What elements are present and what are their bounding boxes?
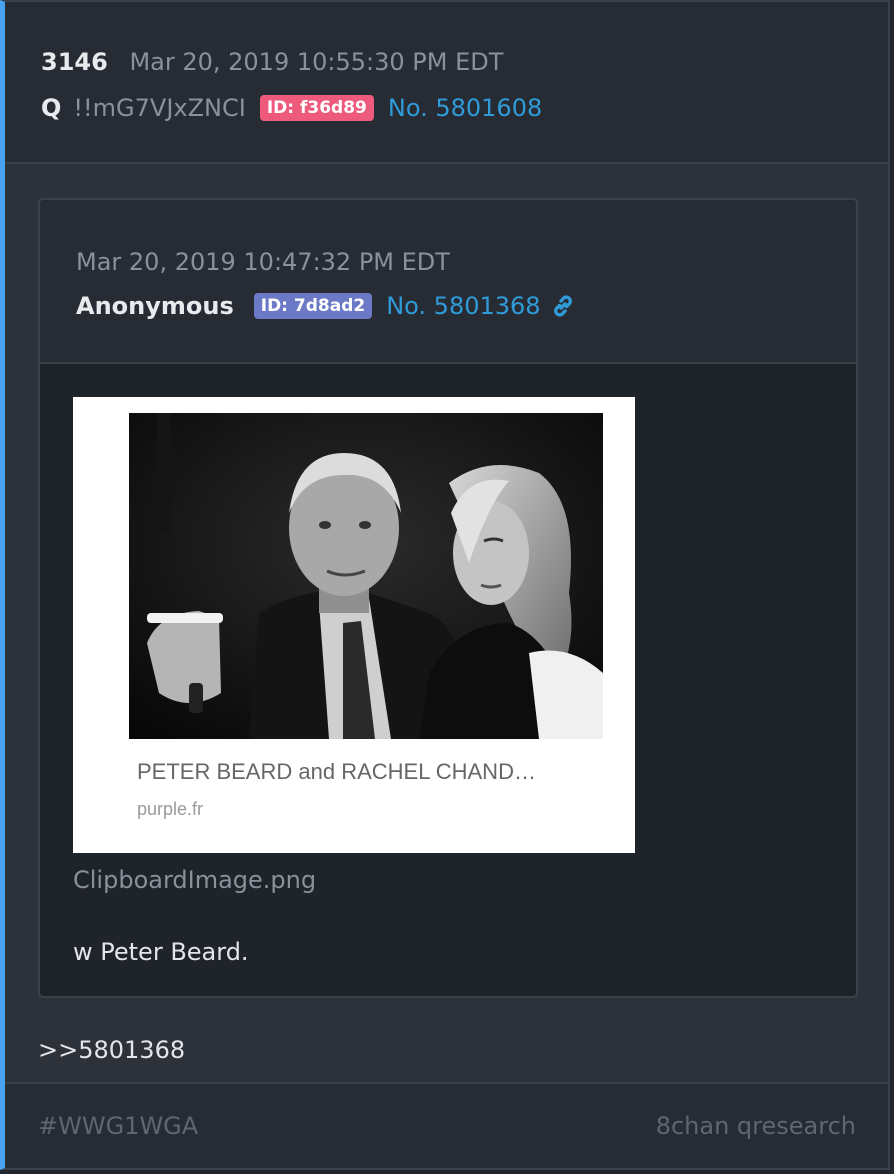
link-icon[interactable] [549, 292, 577, 320]
quoted-author-name: Anonymous [76, 292, 234, 320]
post-timestamp: Mar 20, 2019 10:55:30 PM EDT [129, 48, 504, 76]
post-card: 3146 Mar 20, 2019 10:55:30 PM EDT Q !!mG… [0, 0, 890, 1170]
quoted-post-number-link[interactable]: No. 5801368 [386, 292, 540, 320]
image-source: purple.fr [137, 799, 204, 819]
tripcode: !!mG7VJxZNCI [73, 94, 246, 122]
post-number-link[interactable]: No. 5801608 [388, 94, 542, 122]
quoted-post-text: w Peter Beard. [73, 938, 249, 966]
quoted-id-badge[interactable]: ID: 7d8ad2 [253, 293, 373, 319]
attached-image-thumbnail[interactable]: PETER BEARD and RACHEL CHAND… purple.fr [73, 397, 635, 853]
post-footer: #WWG1WGA 8chan qresearch [5, 1082, 888, 1168]
image-filename-link[interactable]: ClipboardImage.png [73, 866, 316, 894]
image-caption: PETER BEARD and RACHEL CHAND… [137, 759, 536, 784]
post-count: 3146 [41, 48, 108, 76]
post-header: 3146 Mar 20, 2019 10:55:30 PM EDT Q !!mG… [5, 2, 888, 164]
author-name: Q [41, 94, 62, 122]
post-author-line: Q !!mG7VJxZNCI ID: f36d89 No. 5801608 [41, 94, 542, 122]
quoted-timestamp: Mar 20, 2019 10:47:32 PM EDT [76, 248, 450, 276]
quoted-post-header: Mar 20, 2019 10:47:32 PM EDT Anonymous I… [40, 200, 856, 364]
id-badge[interactable]: ID: f36d89 [259, 95, 374, 121]
photo [129, 413, 603, 739]
reply-link[interactable]: >>5801368 [38, 1036, 185, 1064]
quoted-post: Mar 20, 2019 10:47:32 PM EDT Anonymous I… [38, 198, 858, 998]
board-name: 8chan qresearch [655, 1112, 856, 1140]
post-meta: 3146 Mar 20, 2019 10:55:30 PM EDT [41, 48, 503, 76]
hashtag: #WWG1WGA [38, 1112, 199, 1140]
quoted-author-line: Anonymous ID: 7d8ad2 No. 5801368 [76, 292, 577, 320]
